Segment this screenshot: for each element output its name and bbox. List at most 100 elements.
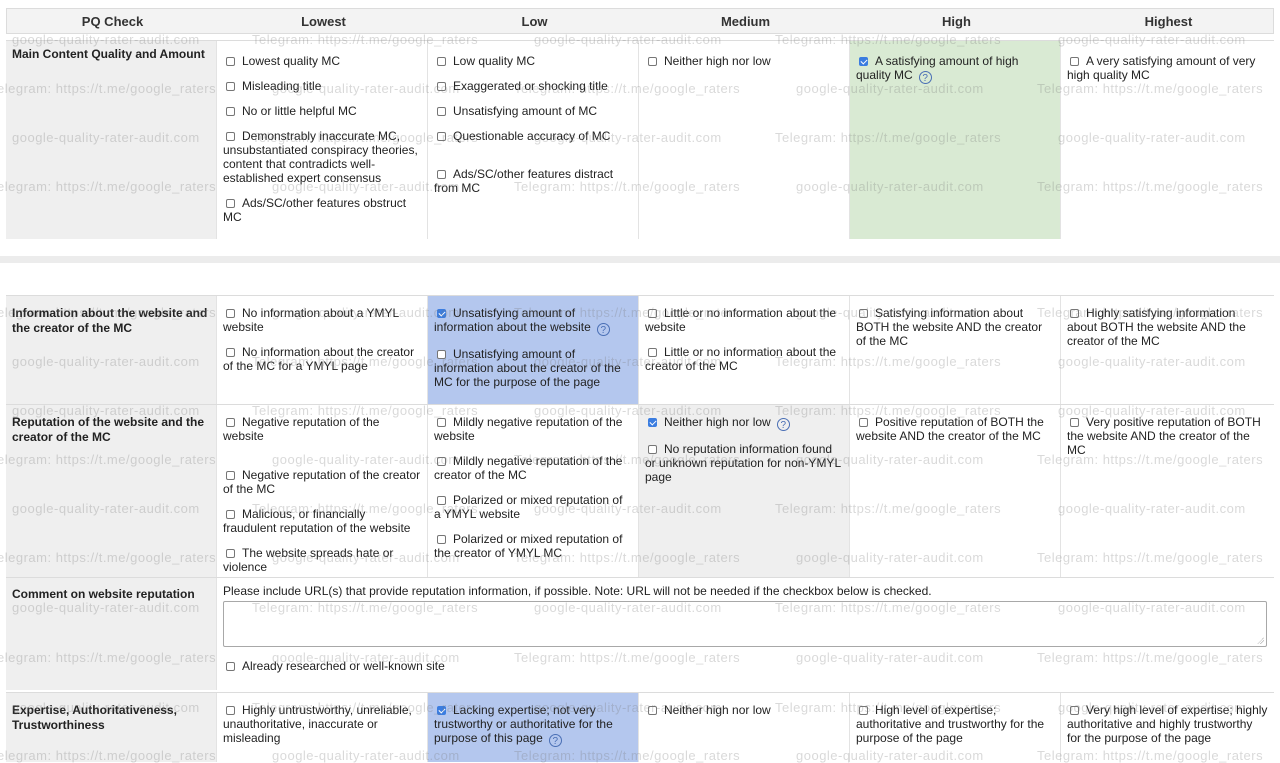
checkbox[interactable] (648, 445, 657, 454)
option[interactable]: Little or no information about the websi… (645, 306, 843, 334)
option[interactable]: Satisfying information about BOTH the we… (856, 306, 1054, 348)
checkbox[interactable] (226, 418, 235, 427)
col-medium: Neither high nor low (639, 41, 850, 239)
option[interactable]: Unsatisfying amount of MC (434, 104, 632, 118)
checkbox[interactable] (437, 82, 446, 91)
help-icon[interactable]: ? (918, 71, 932, 84)
option[interactable]: Negative reputation of the website (223, 415, 421, 443)
option[interactable]: Misleading title (223, 79, 421, 93)
option-label: Mildly negative reputation of the websit… (434, 415, 623, 443)
checkbox[interactable] (437, 457, 446, 466)
checkbox[interactable] (859, 418, 868, 427)
col-lowest: Negative reputation of the website Negat… (217, 405, 428, 589)
option[interactable]: A very satisfying amount of very high qu… (1067, 54, 1268, 82)
checkbox[interactable] (226, 706, 235, 715)
checkbox[interactable] (226, 82, 235, 91)
option[interactable]: Neither high nor low? (645, 415, 843, 431)
checkbox[interactable] (859, 309, 868, 318)
option[interactable]: Unsatisfying amount of information about… (434, 347, 632, 389)
checkbox-checked[interactable] (437, 309, 446, 318)
option[interactable]: Negative reputation of the creator of th… (223, 468, 421, 496)
option-label: Misleading title (242, 79, 322, 93)
checkbox[interactable] (437, 132, 446, 141)
checkbox[interactable] (437, 496, 446, 505)
option[interactable]: No information about the creator of the … (223, 345, 421, 373)
option[interactable]: Little or no information about the creat… (645, 345, 843, 373)
option[interactable]: Lacking expertise; not very trustworthy … (434, 703, 632, 747)
option-label: Already researched or well-known site (242, 659, 445, 673)
checkbox[interactable] (437, 350, 446, 359)
option[interactable]: Highly satisfying information about BOTH… (1067, 306, 1268, 348)
option-label: Low quality MC (453, 54, 536, 68)
option[interactable]: Ads/SC/other features obstruct MC (223, 196, 421, 224)
checkbox[interactable] (437, 107, 446, 116)
option[interactable]: Polarized or mixed reputation of a YMYL … (434, 493, 632, 521)
checkbox[interactable] (226, 107, 235, 116)
checkbox[interactable] (1070, 418, 1079, 427)
option[interactable]: Very high level of expertise; highly aut… (1067, 703, 1268, 745)
option[interactable]: Very positive reputation of BOTH the web… (1067, 415, 1268, 457)
option[interactable]: High level of expertise; authoritative a… (856, 703, 1054, 745)
checkbox[interactable] (226, 662, 235, 671)
checkbox[interactable] (437, 418, 446, 427)
checkbox[interactable] (226, 132, 235, 141)
option[interactable]: Ads/SC/other features distract from MC (434, 167, 632, 195)
checkbox[interactable] (437, 170, 446, 179)
option[interactable]: Highly untrustworthy, unreliable, unauth… (223, 703, 421, 745)
checkbox[interactable] (226, 348, 235, 357)
option[interactable]: Polarized or mixed reputation of the cre… (434, 532, 632, 560)
option[interactable]: No or little helpful MC (223, 104, 421, 118)
option[interactable]: Neither high nor low (645, 703, 843, 717)
checkbox-checked[interactable] (859, 57, 868, 66)
checkbox-checked[interactable] (437, 706, 446, 715)
checkbox[interactable] (226, 549, 235, 558)
checkbox[interactable] (226, 471, 235, 480)
checkbox[interactable] (437, 57, 446, 66)
checkbox[interactable] (1070, 57, 1079, 66)
row-label: Comment on website reputation (6, 578, 217, 690)
help-icon[interactable]: ? (776, 418, 790, 431)
option-label: Very high level of expertise; highly aut… (1067, 703, 1268, 745)
option[interactable]: The website spreads hate or violence (223, 546, 421, 574)
option[interactable]: Mildly negative reputation of the websit… (434, 415, 632, 443)
checkbox[interactable] (226, 309, 235, 318)
checkbox[interactable] (648, 309, 657, 318)
checkbox[interactable] (648, 57, 657, 66)
checkbox[interactable] (648, 348, 657, 357)
checkbox[interactable] (226, 199, 235, 208)
option[interactable]: Already researched or well-known site (223, 659, 1268, 673)
option[interactable]: Low quality MC (434, 54, 632, 68)
option[interactable]: No reputation information found or unkno… (645, 442, 843, 484)
option[interactable]: Neither high nor low (645, 54, 843, 68)
option[interactable]: Lowest quality MC (223, 54, 421, 68)
checkbox[interactable] (226, 57, 235, 66)
option[interactable]: Malicious, or financially fraudulent rep… (223, 507, 421, 535)
row-label: Information about the website and the cr… (6, 296, 217, 404)
option[interactable]: Mildly negative reputation of the creato… (434, 454, 632, 482)
col-highest: Very high level of expertise; highly aut… (1061, 693, 1274, 762)
checkbox[interactable] (1070, 309, 1079, 318)
option[interactable]: Demonstrably inaccurate MC, unsubstantia… (223, 129, 421, 185)
option[interactable]: Unsatisfying amount of information about… (434, 306, 632, 336)
section-eeat: Expertise, Authoritativeness, Trustworth… (6, 692, 1274, 762)
option-label: Negative reputation of the creator of th… (223, 468, 421, 496)
help-icon[interactable]: ? (596, 323, 610, 336)
checkbox[interactable] (859, 706, 868, 715)
checkbox[interactable] (648, 706, 657, 715)
help-icon[interactable]: ? (548, 734, 562, 747)
section-comment: Comment on website reputation Please inc… (6, 577, 1274, 690)
option[interactable]: Positive reputation of BOTH the website … (856, 415, 1054, 443)
checkbox[interactable] (1070, 706, 1079, 715)
option[interactable]: A satisfying amount of high quality MC? (856, 54, 1054, 84)
comment-area: Please include URL(s) that provide reput… (217, 578, 1274, 690)
checkbox[interactable] (437, 535, 446, 544)
option-label: Little or no information about the websi… (645, 306, 837, 334)
resize-grip-icon[interactable] (1257, 637, 1264, 644)
option[interactable]: No information about a YMYL website (223, 306, 421, 334)
reputation-comment-textarea[interactable] (223, 601, 1267, 647)
checkbox-checked[interactable] (648, 418, 657, 427)
option[interactable]: Questionable accuracy of MC (434, 129, 632, 143)
checkbox[interactable] (226, 510, 235, 519)
option-label: Malicious, or financially fraudulent rep… (223, 507, 411, 535)
option[interactable]: Exaggerated or shocking title (434, 79, 632, 93)
